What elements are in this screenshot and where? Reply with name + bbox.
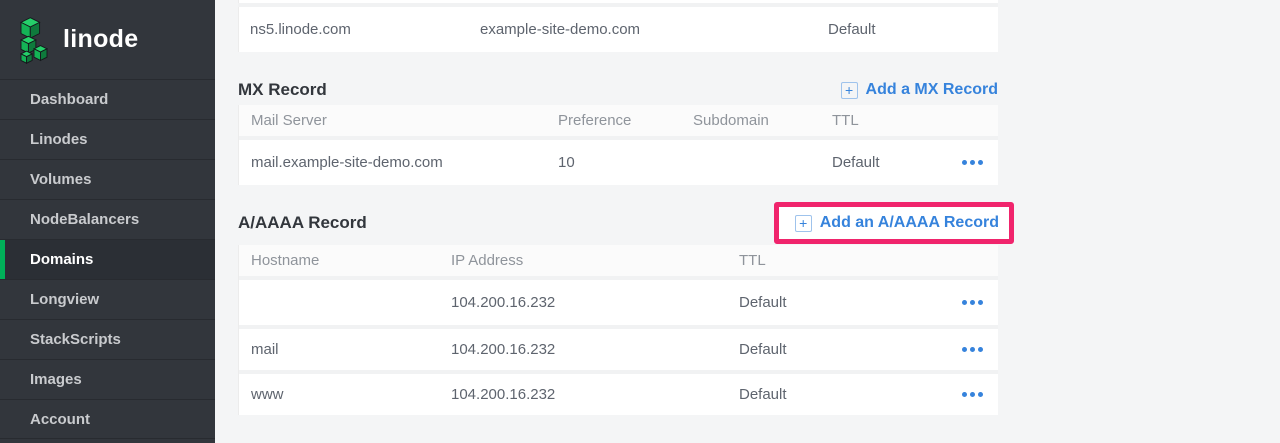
column-header-ttl: TTL [727,252,938,269]
a-ip-cell: 104.200.16.232 [439,294,727,311]
add-mx-record-label: Add a MX Record [866,81,998,99]
ns-ttl-cell: Default [817,21,998,38]
column-header-mail-server: Mail Server [239,112,546,129]
row-actions-menu-icon[interactable] [938,392,998,397]
column-header-hostname: Hostname [239,252,439,269]
ns-name-cell: ns5.linode.com [239,21,469,38]
mx-preference-cell: 10 [546,154,681,171]
plus-icon: + [841,82,858,99]
row-actions-menu-icon[interactable] [938,347,998,352]
column-header-preference: Preference [546,112,681,129]
sidebar-item-nodebalancers[interactable]: NodeBalancers [0,199,215,239]
mx-table-header: Mail Server Preference Subdomain TTL [239,105,998,140]
sidebar-item-stackscripts[interactable]: StackScripts [0,319,215,359]
sidebar-item-longview[interactable]: Longview [0,279,215,319]
a-table-header: Hostname IP Address TTL [239,245,998,280]
linode-logo[interactable]: linode [0,0,215,79]
a-ip-cell: 104.200.16.232 [439,386,727,403]
ns-record-table: ns5.linode.com example-site-demo.com Def… [238,0,998,52]
table-row: mail 104.200.16.232 Default [239,325,998,370]
mx-section-title: MX Record [238,80,327,100]
a-ttl-cell: Default [727,386,938,403]
sidebar: linode Dashboard Linodes Volumes NodeBal… [0,0,215,443]
sidebar-item-domains[interactable]: Domains [0,239,215,279]
a-record-section: A/AAAA Record + Add an A/AAAA Record Hos… [238,200,998,415]
row-actions-menu-icon[interactable] [938,160,998,165]
a-hostname-cell: mail [239,341,439,358]
a-record-table: Hostname IP Address TTL 104.200.16.232 D… [238,245,998,415]
a-ttl-cell: Default [727,341,938,358]
mx-ttl-cell: Default [820,154,938,171]
sidebar-item-volumes[interactable]: Volumes [0,159,215,199]
a-ip-cell: 104.200.16.232 [439,341,727,358]
column-header-subdomain: Subdomain [681,112,820,129]
sidebar-item-linodes[interactable]: Linodes [0,119,215,159]
table-row: 104.200.16.232 Default [239,280,998,325]
add-mx-record-button[interactable]: + Add a MX Record [841,81,998,99]
sidebar-item-images[interactable]: Images [0,359,215,399]
a-section-title: A/AAAA Record [238,213,367,233]
table-row: www 104.200.16.232 Default [239,370,998,415]
mx-section-header: MX Record + Add a MX Record [238,75,998,105]
mx-mail-server-cell: mail.example-site-demo.com [239,154,546,171]
linode-cubes-icon [14,14,54,66]
column-header-ttl: TTL [820,112,938,129]
ns-target-cell: example-site-demo.com [469,21,817,38]
mx-record-table: Mail Server Preference Subdomain TTL mai… [238,105,998,185]
main-content: ns5.linode.com example-site-demo.com Def… [215,0,1280,443]
table-row: ns5.linode.com example-site-demo.com Def… [238,7,998,52]
highlight-annotation: + Add an A/AAAA Record [774,202,1014,244]
sidebar-item-account[interactable]: Account [0,399,215,439]
row-actions-menu-icon[interactable] [938,300,998,305]
plus-icon: + [795,215,812,232]
column-header-ip-address: IP Address [439,252,727,269]
table-row: mail.example-site-demo.com 10 Default [239,140,998,185]
brand-wordmark: linode [63,25,138,54]
add-a-aaaa-record-button[interactable]: + Add an A/AAAA Record [795,214,999,232]
a-hostname-cell: www [239,386,439,403]
a-ttl-cell: Default [727,294,938,311]
sidebar-item-dashboard[interactable]: Dashboard [0,79,215,119]
add-a-aaaa-record-label: Add an A/AAAA Record [820,214,999,232]
